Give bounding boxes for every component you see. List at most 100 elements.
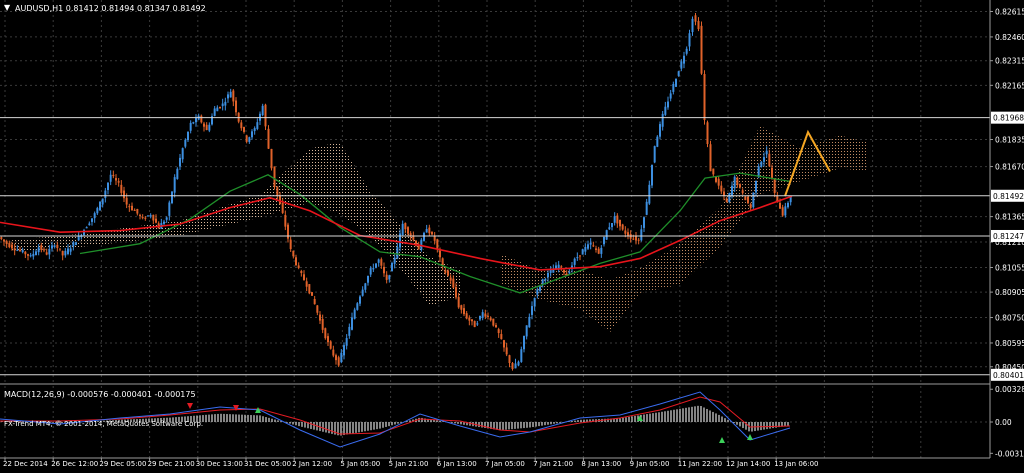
candle-body	[465, 313, 468, 319]
candle-body	[611, 223, 613, 228]
candle-body	[75, 242, 77, 246]
candle-body	[600, 247, 603, 254]
candle-body	[621, 224, 624, 230]
candle-body	[487, 315, 489, 317]
candle-body	[189, 122, 192, 131]
candle-body	[176, 168, 179, 179]
candle-body	[99, 201, 101, 211]
candle-body	[261, 105, 264, 116]
candle-body	[0, 237, 3, 240]
candle-body	[592, 245, 595, 247]
candle-body	[109, 174, 112, 182]
time-label: 8 Jan 13:00	[581, 460, 621, 468]
candle-body	[227, 94, 229, 99]
candle-body	[401, 223, 404, 236]
candle-body	[152, 214, 155, 221]
candle-body	[706, 122, 709, 144]
candle-body	[637, 239, 640, 241]
candle-body	[771, 167, 773, 180]
candle-body	[147, 215, 149, 217]
price-label: 0.80595	[995, 339, 1024, 348]
candle-body	[736, 177, 739, 186]
candle-body	[547, 273, 549, 278]
candle-body	[635, 236, 637, 241]
candle-body	[659, 124, 661, 137]
candle-body	[289, 239, 292, 250]
candle-body	[297, 265, 300, 268]
candle-body	[603, 236, 605, 245]
candle-body	[359, 296, 361, 304]
candle-body	[219, 106, 221, 108]
candle-body	[133, 209, 136, 211]
chart-window[interactable]: 0.82615 0.82460 0.82315 0.82165 0.81835 0.816…	[0, 0, 1024, 469]
candle-body	[784, 206, 787, 216]
candle-body	[149, 215, 152, 217]
candle-body	[755, 180, 757, 193]
candle-body	[16, 249, 19, 251]
candle-body	[463, 308, 465, 315]
candle-body	[624, 230, 627, 234]
candle-body	[425, 228, 428, 233]
candle-body	[728, 193, 731, 202]
candle-body	[11, 244, 13, 249]
candle-body	[45, 252, 48, 255]
candle-body	[779, 202, 781, 209]
candle-body	[115, 178, 117, 181]
candle-body	[563, 270, 565, 273]
candle-body	[120, 184, 123, 193]
candle-body	[584, 246, 587, 252]
candle-body	[253, 128, 256, 132]
candle-body	[101, 198, 104, 205]
candle-body	[3, 239, 5, 242]
candle-body	[677, 71, 680, 76]
candle-body	[768, 153, 771, 167]
price-label: 0.81670	[995, 163, 1024, 172]
menu-chevron-icon[interactable]: ▼	[4, 3, 11, 12]
candle-body	[51, 245, 53, 249]
candle-body	[643, 217, 645, 228]
price-highlight-label: 0.81247	[993, 232, 1024, 241]
candle-body	[700, 25, 703, 74]
candle-body	[125, 197, 128, 205]
price-chart[interactable]: 0.82615 0.82460 0.82315 0.82165 0.81835 0.816…	[0, 0, 1024, 469]
candle-body	[287, 224, 289, 239]
candle-body	[720, 185, 723, 192]
candle-body	[329, 341, 332, 349]
candle-body	[675, 79, 677, 87]
candle-body	[471, 319, 473, 322]
candle-body	[457, 297, 460, 308]
candle-body	[688, 33, 691, 47]
candle-body	[787, 202, 789, 208]
candle-body	[313, 298, 316, 305]
candle-body	[96, 208, 99, 214]
candle-body	[48, 249, 51, 255]
candle-body	[763, 157, 765, 162]
candle-body	[447, 270, 449, 276]
candle-body	[311, 292, 313, 296]
candle-body	[715, 176, 717, 182]
candle-body	[468, 317, 471, 321]
price-label: 0.82615	[995, 7, 1024, 16]
candle-body	[528, 316, 531, 328]
candle-body	[267, 128, 270, 149]
candle-body	[235, 100, 237, 113]
candle-body	[335, 355, 337, 361]
candle-body	[369, 268, 372, 275]
candle-body	[523, 335, 525, 350]
time-label: 30 Dec 13:00	[196, 460, 243, 468]
candle-body	[653, 146, 656, 163]
candle-body	[200, 115, 203, 123]
candle-body	[35, 251, 37, 256]
candle-body	[21, 249, 24, 253]
candle-body	[597, 248, 600, 254]
candle-body	[343, 345, 345, 356]
candle-body	[723, 191, 725, 196]
candle-body	[243, 127, 245, 132]
candle-body	[661, 113, 664, 127]
price-label: 0.80905	[995, 288, 1024, 297]
candle-body	[544, 279, 547, 281]
candle-body	[473, 321, 476, 328]
candle-body	[640, 229, 643, 241]
candle-body	[685, 48, 688, 54]
candle-body	[284, 214, 287, 227]
